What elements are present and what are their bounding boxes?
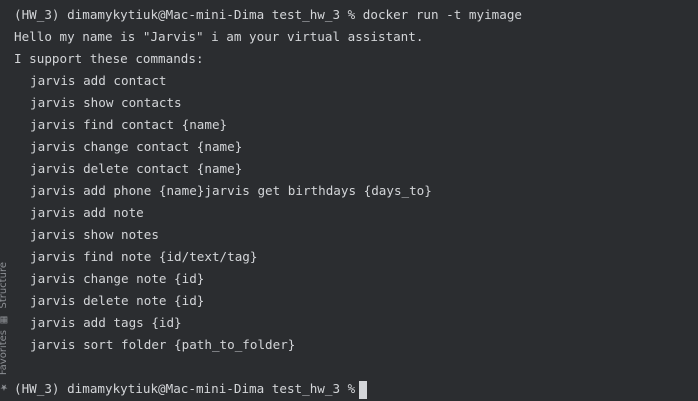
command-help-line: jarvis add contact	[30, 73, 167, 88]
command-help-line: jarvis delete note {id}	[30, 293, 205, 308]
structure-icon: ▦	[0, 314, 9, 325]
command-help-line: jarvis find note {id/text/tag}	[30, 249, 258, 264]
star-icon: ★	[0, 381, 9, 392]
prompt-line[interactable]: (HW_3) dimamykytiuk@Mac-mini-Dima test_h…	[14, 378, 698, 400]
structure-tab[interactable]: ▦ Structure	[0, 262, 10, 325]
output-line: I support these commands:	[14, 51, 204, 66]
output-line: Hello my name is "Jarvis" i am your virt…	[14, 29, 424, 44]
command-help-line: jarvis change contact {name}	[30, 139, 243, 154]
terminal-output: (HW_3) dimamykytiuk@Mac-mini-Dima test_h…	[14, 4, 698, 400]
command-line: (HW_3) dimamykytiuk@Mac-mini-Dima test_h…	[14, 7, 522, 22]
command-help-line: jarvis sort folder {path_to_folder}	[30, 337, 296, 352]
favorites-tab[interactable]: ★ Favorites	[0, 330, 10, 391]
text-cursor	[359, 380, 368, 399]
command-help-line: jarvis show notes	[30, 227, 159, 242]
favorites-tab-label: Favorites	[0, 330, 9, 376]
terminal-window[interactable]: ▦ Structure ★ Favorites (HW_3) dimamykyt…	[0, 0, 698, 401]
command-help-line: jarvis add phone {name}jarvis get birthd…	[30, 183, 432, 198]
command-help-line: jarvis add note	[30, 205, 144, 220]
command-help-line: jarvis show contacts	[30, 95, 182, 110]
structure-tab-label: Structure	[0, 262, 9, 309]
command-help-line: jarvis delete contact {name}	[30, 161, 243, 176]
shell-prompt: (HW_3) dimamykytiuk@Mac-mini-Dima test_h…	[14, 381, 356, 396]
command-help-line: jarvis find contact {name}	[30, 117, 228, 132]
command-help-line: jarvis change note {id}	[30, 271, 205, 286]
command-help-line: jarvis add tags {id}	[30, 315, 182, 330]
